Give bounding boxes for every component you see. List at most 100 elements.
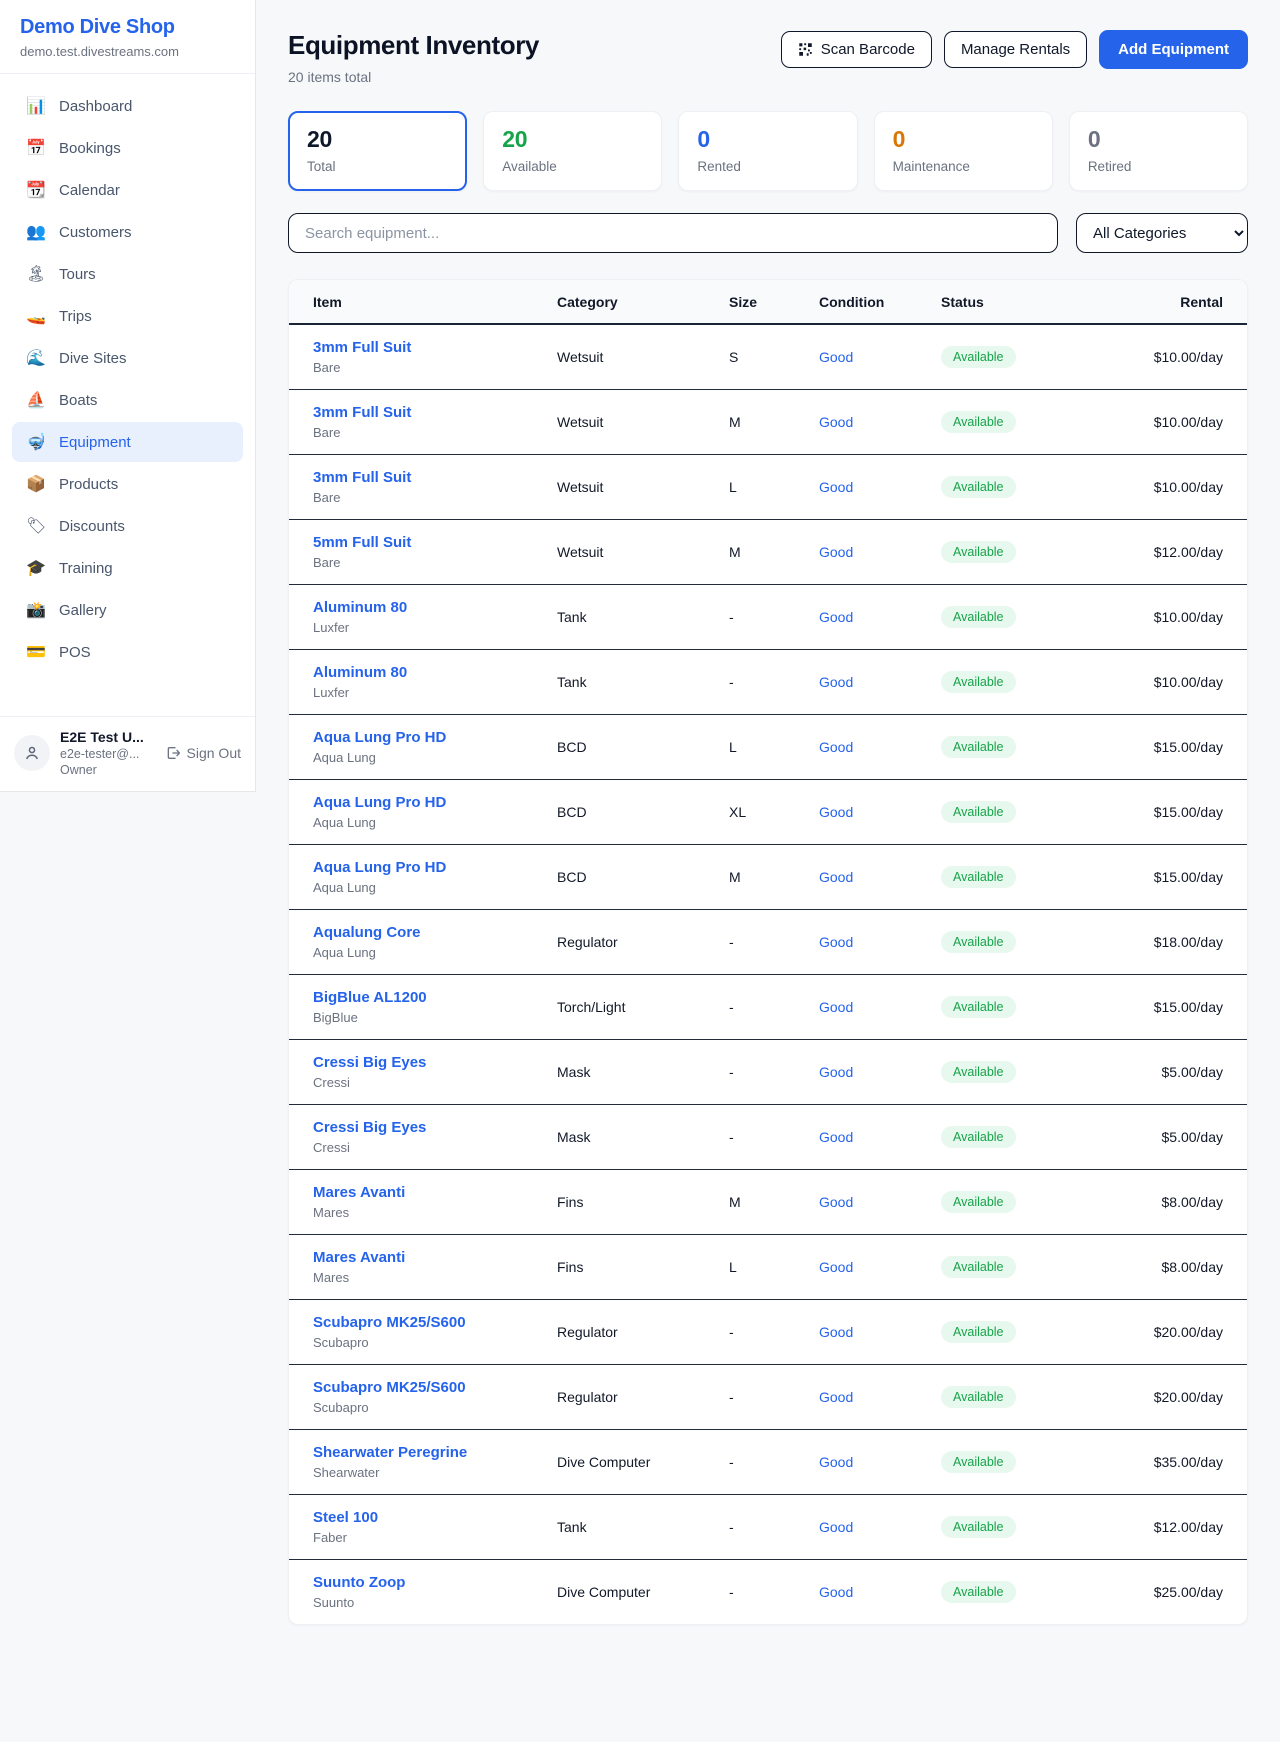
condition-link[interactable]: Good (819, 739, 853, 755)
cell-size: L (729, 715, 819, 780)
condition-link[interactable]: Good (819, 1129, 853, 1145)
cell-rental-price: $25.00/day (1091, 1560, 1247, 1625)
cell-item: Aluminum 80Luxfer (289, 585, 557, 650)
search-input[interactable] (288, 213, 1058, 253)
item-name-link[interactable]: Aqua Lung Pro HD (313, 729, 557, 746)
condition-link[interactable]: Good (819, 479, 853, 495)
item-name-link[interactable]: Mares Avanti (313, 1184, 557, 1201)
item-name-link[interactable]: Scubapro MK25/S600 (313, 1314, 557, 1331)
sidebar-item-calendar[interactable]: 📆Calendar (12, 170, 243, 210)
scan-barcode-label: Scan Barcode (821, 41, 915, 58)
sign-out-button[interactable]: Sign Out (165, 745, 241, 761)
status-badge: Available (941, 1581, 1016, 1603)
cell-rental-price: $10.00/day (1091, 585, 1247, 650)
column-header-status: Status (941, 280, 1091, 324)
sidebar-item-equipment[interactable]: 🤿Equipment (12, 422, 243, 462)
page-header-text: Equipment Inventory 20 items total (288, 30, 539, 85)
condition-link[interactable]: Good (819, 934, 853, 950)
condition-link[interactable]: Good (819, 349, 853, 365)
item-name-link[interactable]: Shearwater Peregrine (313, 1444, 557, 1461)
condition-link[interactable]: Good (819, 869, 853, 885)
cell-size: M (729, 520, 819, 585)
stat-value: 0 (893, 126, 1034, 153)
sidebar-item-label: Calendar (59, 182, 120, 199)
page-title: Equipment Inventory (288, 30, 539, 61)
condition-link[interactable]: Good (819, 414, 853, 430)
condition-link[interactable]: Good (819, 1194, 853, 1210)
item-name-link[interactable]: Steel 100 (313, 1509, 557, 1526)
scan-barcode-button[interactable]: Scan Barcode (781, 31, 932, 68)
status-badge: Available (941, 411, 1016, 433)
stat-card-available[interactable]: 20Available (483, 111, 662, 191)
cell-rental-price: $15.00/day (1091, 715, 1247, 780)
item-name-link[interactable]: Mares Avanti (313, 1249, 557, 1266)
cell-condition: Good (819, 780, 941, 845)
condition-link[interactable]: Good (819, 1064, 853, 1080)
item-name-link[interactable]: Aluminum 80 (313, 664, 557, 681)
sidebar-item-tours[interactable]: 🏝Tours (12, 254, 243, 294)
condition-link[interactable]: Good (819, 674, 853, 690)
item-name-link[interactable]: Cressi Big Eyes (313, 1054, 557, 1071)
condition-link[interactable]: Good (819, 1389, 853, 1405)
sidebar-item-training[interactable]: 🎓Training (12, 548, 243, 588)
sidebar-item-dashboard[interactable]: 📊Dashboard (12, 86, 243, 126)
cell-rental-price: $10.00/day (1091, 324, 1247, 390)
add-equipment-label: Add Equipment (1118, 41, 1229, 58)
shop-name[interactable]: Demo Dive Shop (20, 16, 235, 39)
sidebar-item-discounts[interactable]: 🏷Discounts (12, 506, 243, 546)
cell-category: Regulator (557, 1365, 729, 1430)
sidebar-item-trips[interactable]: 🚤Trips (12, 296, 243, 336)
sidebar-item-dive-sites[interactable]: 🌊Dive Sites (12, 338, 243, 378)
item-name-link[interactable]: 5mm Full Suit (313, 534, 557, 551)
condition-link[interactable]: Good (819, 1259, 853, 1275)
item-name-link[interactable]: Suunto Zoop (313, 1574, 557, 1591)
cell-item: Scubapro MK25/S600Scubapro (289, 1365, 557, 1430)
cell-category: Fins (557, 1235, 729, 1300)
condition-link[interactable]: Good (819, 804, 853, 820)
table-row: Mares AvantiMaresFinsLGoodAvailable$8.00… (289, 1235, 1247, 1300)
cell-size: - (729, 1430, 819, 1495)
package-icon: 📦 (26, 474, 46, 494)
cell-rental-price: $5.00/day (1091, 1105, 1247, 1170)
table-row: Cressi Big EyesCressiMask-GoodAvailable$… (289, 1105, 1247, 1170)
add-equipment-button[interactable]: Add Equipment (1099, 30, 1248, 69)
manage-rentals-button[interactable]: Manage Rentals (944, 31, 1087, 68)
item-name-link[interactable]: Aluminum 80 (313, 599, 557, 616)
condition-link[interactable]: Good (819, 999, 853, 1015)
item-name-link[interactable]: BigBlue AL1200 (313, 989, 557, 1006)
stat-card-maintenance[interactable]: 0Maintenance (874, 111, 1053, 191)
stat-card-total[interactable]: 20Total (288, 111, 467, 191)
item-name-link[interactable]: 3mm Full Suit (313, 469, 557, 486)
sidebar-item-products[interactable]: 📦Products (12, 464, 243, 504)
sidebar-item-label: Discounts (59, 518, 125, 535)
sidebar-item-bookings[interactable]: 📅Bookings (12, 128, 243, 168)
sidebar-item-label: Training (59, 560, 113, 577)
stat-card-retired[interactable]: 0Retired (1069, 111, 1248, 191)
item-name-link[interactable]: Aqua Lung Pro HD (313, 794, 557, 811)
sidebar-item-gallery[interactable]: 📸Gallery (12, 590, 243, 630)
header-actions: Scan Barcode Manage Rentals Add Equipmen… (781, 30, 1248, 69)
condition-link[interactable]: Good (819, 1584, 853, 1600)
item-name-link[interactable]: Cressi Big Eyes (313, 1119, 557, 1136)
sidebar-item-boats[interactable]: ⛵Boats (12, 380, 243, 420)
manage-rentals-label: Manage Rentals (961, 41, 1070, 58)
sidebar-item-label: POS (59, 644, 91, 661)
status-badge: Available (941, 1191, 1016, 1213)
condition-link[interactable]: Good (819, 1454, 853, 1470)
stat-card-rented[interactable]: 0Rented (678, 111, 857, 191)
condition-link[interactable]: Good (819, 1519, 853, 1535)
item-name-link[interactable]: Aqua Lung Pro HD (313, 859, 557, 876)
item-name-link[interactable]: 3mm Full Suit (313, 404, 557, 421)
condition-link[interactable]: Good (819, 544, 853, 560)
item-name-link[interactable]: Scubapro MK25/S600 (313, 1379, 557, 1396)
table-row: 3mm Full SuitBareWetsuitLGoodAvailable$1… (289, 455, 1247, 520)
condition-link[interactable]: Good (819, 609, 853, 625)
category-select[interactable]: All Categories (1076, 213, 1248, 253)
item-name-link[interactable]: 3mm Full Suit (313, 339, 557, 356)
item-name-link[interactable]: Aqualung Core (313, 924, 557, 941)
cell-condition: Good (819, 650, 941, 715)
sidebar-item-customers[interactable]: 👥Customers (12, 212, 243, 252)
cell-category: Mask (557, 1105, 729, 1170)
condition-link[interactable]: Good (819, 1324, 853, 1340)
sidebar-item-pos[interactable]: 💳POS (12, 632, 243, 672)
